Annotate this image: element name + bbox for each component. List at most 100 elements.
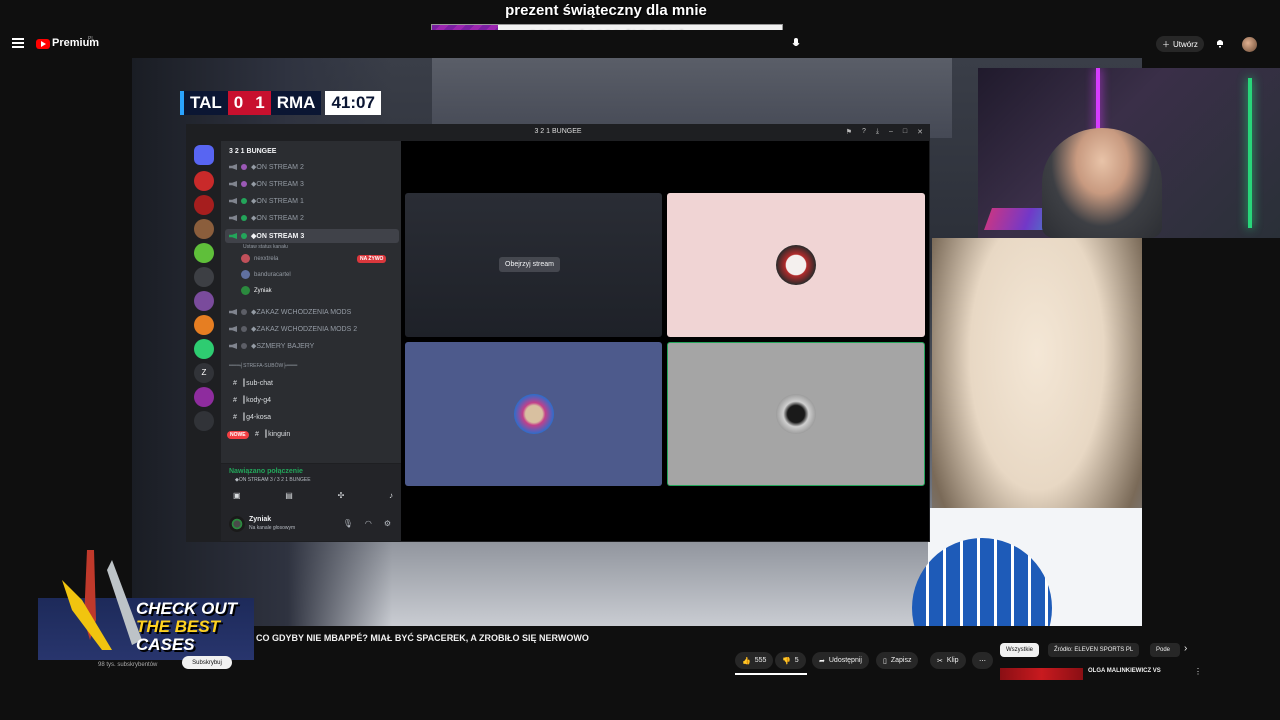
speaker-icon [229,198,237,204]
voice-member[interactable]: banduracartel [241,270,291,279]
microphone-icon[interactable]: 🎙 [343,519,353,528]
subscribe-button[interactable]: Subskrybuj [182,656,232,669]
server-icon[interactable] [194,243,214,263]
channel-label: ┃kinguin [263,431,291,438]
chip-all[interactable]: Wszystkie [1000,643,1039,657]
promo-line: THE BEST [136,617,221,636]
server-icon[interactable] [194,411,214,431]
share-label: Udostępnij [828,657,862,664]
server-name[interactable]: 3 2 1 BUNGEE [229,148,276,155]
chevron-right-icon[interactable]: › [1184,643,1187,654]
chip-source[interactable]: Źródło: ELEVEN SPORTS PL [1048,643,1140,657]
server-icon[interactable] [194,387,214,407]
voice-channel[interactable]: ◆ON STREAM 3 [229,180,304,188]
channel-dot [241,309,247,315]
channel-dot [241,233,247,239]
channel-label: ◆ZAKAZ WCHODZENIA MODS [251,309,352,316]
stream-tile[interactable]: Obejrzyj stream [405,193,662,337]
clip-label: Klip [946,657,959,664]
voice-channel[interactable]: ◆ZAKAZ WCHODZENIA MODS [229,308,351,316]
voice-channel-path[interactable]: ◆ON STREAM 3 / 3 2 1 BUNGEE [235,477,311,483]
more-actions-button[interactable]: ⋯ [972,652,993,669]
voice-connected-status[interactable]: Nawiązano połączenie [229,468,303,475]
chip-more[interactable]: Pode [1150,643,1180,657]
voice-controls: ▣ ▤ ✣ ♪ [233,491,393,500]
voice-channel[interactable]: ◆ON STREAM 2 [229,214,304,222]
server-home-icon[interactable] [194,145,214,165]
settings-icon[interactable]: ⚙ [384,519,391,528]
text-channel[interactable]: # ┃kinguin [255,430,291,439]
activities-icon[interactable]: ✣ [338,491,345,500]
minimize-icon[interactable]: – [889,128,893,136]
voice-channel[interactable]: ◆ZAKAZ WCHODZENIA MODS 2 [229,325,357,333]
speaker-icon [229,164,237,170]
screen-share-icon[interactable]: ▤ [285,491,293,500]
server-icon[interactable] [194,267,214,287]
account-avatar[interactable] [1242,37,1257,52]
help-icon[interactable]: ? [862,128,866,136]
clip-button[interactable]: ✂ Klip [930,652,966,669]
create-button[interactable]: ＋ Utwórz [1156,36,1204,52]
channel-status[interactable]: Ustaw status kanału [243,244,288,250]
webcam-neon-light-green [1248,78,1252,228]
user-name[interactable]: Zyniak [249,516,271,523]
channel-list: 3 2 1 BUNGEE ◆ON STREAM 2 ◆ON STREAM 3 ◆… [221,141,401,463]
server-icon[interactable] [194,171,214,191]
webcam-streamer [1042,128,1162,238]
voice-channel[interactable]: ◆ON STREAM 2 [229,163,304,171]
share-button[interactable]: ➦ Udostępnij [812,652,869,669]
maximize-icon[interactable]: □ [903,128,907,136]
member-avatar [241,254,250,263]
save-button[interactable]: ▯ Zapisz [876,652,919,669]
menu-icon[interactable] [12,38,24,48]
voice-channel[interactable]: ◆SZMERY BAJERY [229,342,314,350]
close-icon[interactable]: ✕ [917,128,923,136]
channel-label: ◆ON STREAM 1 [251,198,304,205]
text-channel[interactable]: # ┃sub-chat [233,379,273,388]
voice-member[interactable]: Zyniak [241,286,272,295]
youtube-country: PL [88,36,95,42]
server-icon[interactable]: Z [194,363,214,383]
user-avatar[interactable] [229,516,245,532]
promo-line: CASES [136,635,195,654]
like-button[interactable]: 👍 555 [735,652,774,669]
inbox-icon[interactable]: ⚑ [846,128,852,136]
dislike-button[interactable]: 👎 5 [775,652,806,669]
participant-tile[interactable] [405,342,662,486]
youtube-logo-icon[interactable] [36,39,50,49]
server-icon[interactable] [194,339,214,359]
participant-tile[interactable] [667,193,925,337]
text-channel[interactable]: # ┃kody-g4 [233,396,271,405]
download-icon[interactable]: ⤓ [876,128,879,136]
voice-member[interactable]: nexxtrela [241,254,278,263]
voice-channel[interactable]: ◆ON STREAM 1 [229,197,304,205]
participant-tile-speaking[interactable] [667,342,925,486]
headphones-icon[interactable]: ◠ [365,519,372,528]
voice-stage: Obejrzyj stream [401,141,929,541]
recommended-title[interactable]: OLGA MALINKIEWICZ VS [1088,668,1161,674]
home-team: TAL [184,91,228,115]
discord-window[interactable]: 3 2 1 BUNGEE ⚑ ? ⤓ – □ ✕ Z 3 2 1 BUNGEE … [186,124,930,542]
server-icon[interactable] [194,291,214,311]
speaker-icon [229,326,237,332]
promo-line: CHECK OUT [136,599,238,618]
server-icon[interactable] [194,219,214,239]
more-vert-icon[interactable]: ⋮ [1194,667,1202,676]
camera-icon[interactable]: ▣ [233,491,241,500]
user-status: Na kanale głosowym [249,525,296,531]
voice-channel-active[interactable]: ◆ON STREAM 3 [225,229,399,243]
like-ratio-bar [735,673,807,675]
soundboard-icon[interactable]: ♪ [389,491,393,500]
like-count: 555 [754,657,767,664]
server-icon[interactable] [194,195,214,215]
bell-icon[interactable] [1215,38,1225,48]
new-badge: NOWE [227,431,249,439]
text-channel[interactable]: # ┃g4-kosa [233,413,271,422]
channel-category[interactable]: ═══╡STREFA-SUBÓW╞═══ [229,363,297,369]
microphone-icon[interactable] [792,38,800,49]
live-badge: NA ŻYWO [357,255,387,263]
recommended-thumbnail[interactable] [1000,668,1083,680]
watch-stream-button[interactable]: Obejrzyj stream [499,257,561,272]
match-time: 41:07 [325,91,381,115]
server-icon[interactable] [194,315,214,335]
